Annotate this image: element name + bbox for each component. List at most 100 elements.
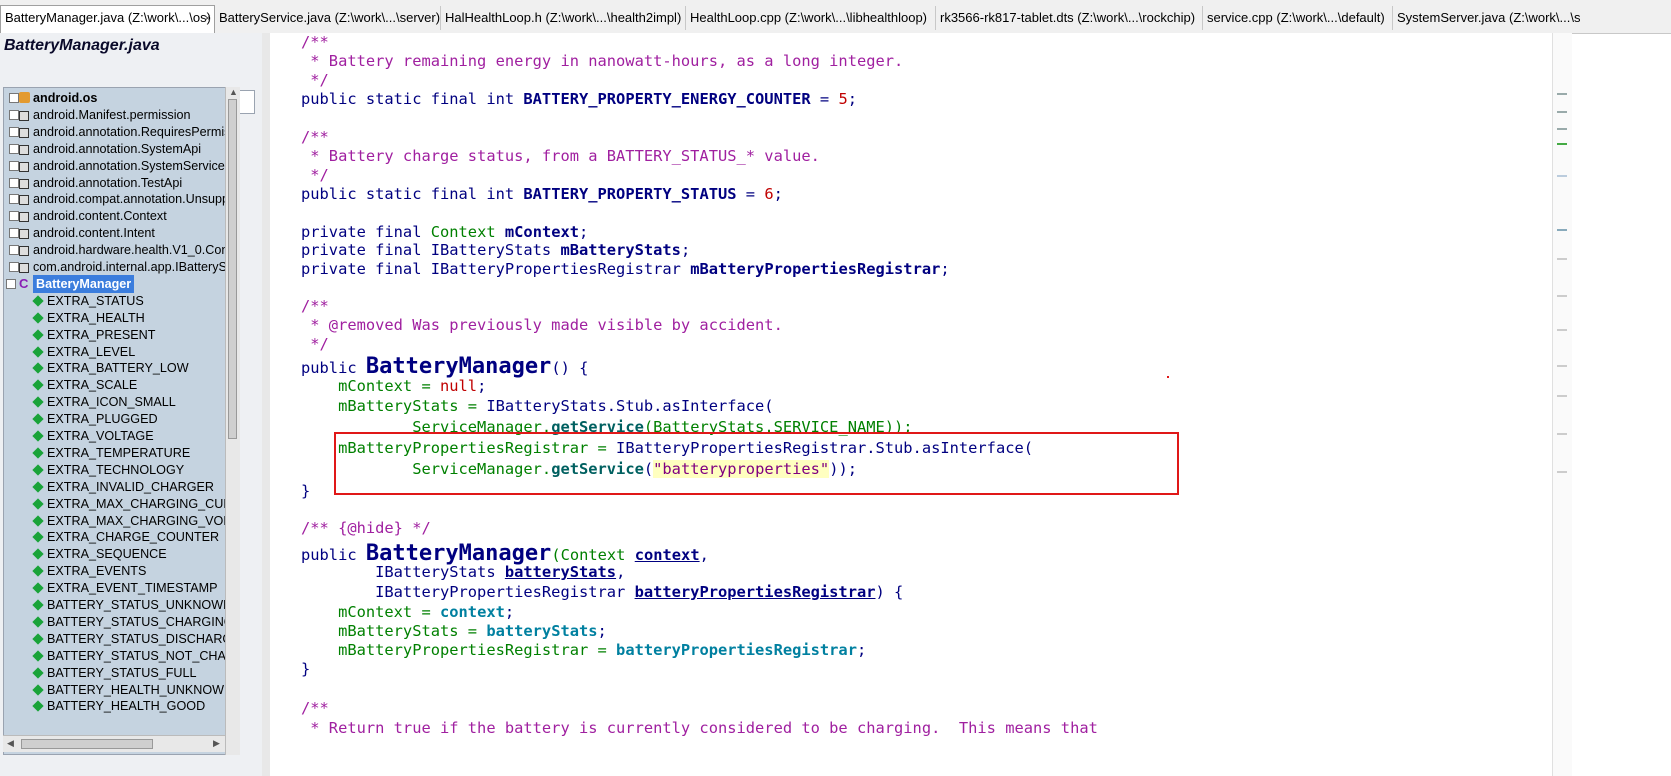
- code-token: */: [301, 71, 329, 89]
- scroll-left-arrow-icon[interactable]: ◀: [7, 738, 14, 749]
- overview-marker[interactable]: [1557, 93, 1567, 95]
- symbol-tree-item[interactable]: android.annotation.SystemApi: [4, 140, 234, 158]
- symbol-tree-item[interactable]: EXTRA_EVENTS: [4, 562, 234, 580]
- symbol-tree-item[interactable]: EXTRA_SCALE: [4, 376, 234, 394]
- symbol-tree-item-label: EXTRA_ICON_SMALL: [47, 395, 176, 410]
- scrollbar-thumb[interactable]: [228, 99, 237, 439]
- symbol-tree-item[interactable]: EXTRA_STATUS: [4, 292, 234, 310]
- symbol-tree-item[interactable]: BATTERY_STATUS_FULL: [4, 664, 234, 682]
- symbol-tree-item[interactable]: BATTERY_STATUS_CHARGING: [4, 613, 234, 631]
- editor-tab[interactable]: BatteryManager.java (Z:\work\...\os) ×: [0, 5, 215, 33]
- overview-marker[interactable]: [1557, 365, 1567, 367]
- overview-marker[interactable]: [1557, 128, 1567, 130]
- symbol-tree-item[interactable]: C BatteryManager: [4, 274, 234, 293]
- overview-marker[interactable]: [1557, 111, 1567, 113]
- symbol-tree-item[interactable]: EXTRA_INVALID_CHARGER: [4, 478, 234, 496]
- field-icon: [32, 328, 44, 341]
- symbol-tree-item[interactable]: EXTRA_LEVEL: [4, 343, 234, 361]
- symbol-tree-item[interactable]: android.compat.annotation.Unsupp: [4, 190, 234, 208]
- editor-tab[interactable]: SystemServer.java (Z:\work\...\s: [1393, 6, 1671, 30]
- overview-marker[interactable]: [1557, 329, 1567, 331]
- symbol-tree-item[interactable]: EXTRA_BATTERY_LOW: [4, 359, 234, 377]
- tree-expander-icon[interactable]: [9, 126, 19, 137]
- symbol-tree-item[interactable]: android.content.Context: [4, 207, 234, 225]
- scroll-up-arrow-icon[interactable]: ▲: [229, 87, 238, 97]
- editor-tab[interactable]: service.cpp (Z:\work\...\default): [1203, 6, 1393, 30]
- tree-expander-icon[interactable]: [9, 93, 19, 103]
- symbol-tree-item[interactable]: android.Manifest.permission: [4, 106, 234, 124]
- code-token: private final: [301, 223, 431, 241]
- tree-expander-icon[interactable]: [9, 177, 19, 188]
- symbol-tree-item[interactable]: android.os: [4, 89, 234, 107]
- symbol-tree-vertical-scrollbar[interactable]: ▲: [225, 87, 240, 755]
- code-token: BATTERY_PROPERTY_ENERGY_COUNTER: [523, 90, 811, 108]
- symbol-tree-item[interactable]: android.annotation.SystemService: [4, 157, 234, 175]
- symbol-tree-item-label: EXTRA_LEVEL: [47, 344, 136, 359]
- scroll-right-arrow-icon[interactable]: ▶: [213, 738, 220, 749]
- tree-expander-icon[interactable]: [9, 109, 19, 120]
- symbol-tree-item-label: android.os: [33, 91, 98, 105]
- tree-expander-icon[interactable]: [9, 194, 19, 205]
- symbol-tree-item[interactable]: EXTRA_VOLTAGE: [4, 427, 234, 445]
- overview-marker[interactable]: [1557, 229, 1567, 231]
- overview-marker[interactable]: [1557, 471, 1567, 473]
- symbol-tree-item[interactable]: BATTERY_STATUS_UNKNOWN: [4, 596, 234, 614]
- symbol-tree-item[interactable]: BATTERY_HEALTH_UNKNOWN: [4, 681, 234, 699]
- symbol-tree-item[interactable]: com.android.internal.app.IBatterySt: [4, 258, 234, 276]
- field-icon: [32, 616, 44, 628]
- code-token: public static final int: [301, 185, 524, 203]
- symbol-tree-item[interactable]: android.content.Intent: [4, 224, 234, 242]
- code-token: /** {@hide} */: [301, 519, 431, 537]
- editor-tab[interactable]: rk3566-rk817-tablet.dts (Z:\work\...\roc…: [936, 6, 1203, 30]
- overview-marker[interactable]: [1557, 258, 1567, 260]
- editor-tab-label: HealthLoop.cpp (Z:\work\...\libhealthloo…: [690, 10, 928, 25]
- symbol-tree-item[interactable]: EXTRA_PLUGGED: [4, 410, 234, 428]
- overview-marker[interactable]: [1557, 433, 1567, 435]
- code-token: }: [301, 482, 311, 500]
- editor-tab[interactable]: BatteryService.java (Z:\work\...\server): [215, 6, 441, 30]
- tree-expander-icon[interactable]: [9, 211, 19, 222]
- tree-expander-icon[interactable]: [9, 262, 19, 272]
- code-editor[interactable]: /** * Battery remaining energy in nanowa…: [270, 33, 1552, 776]
- symbol-tree-item[interactable]: EXTRA_ICON_SMALL: [4, 393, 234, 411]
- symbol-tree-item[interactable]: android.annotation.TestApi: [4, 174, 234, 192]
- overview-marker[interactable]: [1557, 295, 1567, 297]
- symbol-tree-item[interactable]: EXTRA_TECHNOLOGY: [4, 461, 234, 479]
- tree-expander-icon[interactable]: [9, 245, 19, 256]
- symbol-tree-horizontal-scrollbar[interactable]: ◀ ▶: [3, 735, 225, 752]
- editor-tab[interactable]: HalHealthLoop.h (Z:\work\...\health2impl…: [441, 6, 686, 30]
- symbol-tree-item[interactable]: android.hardware.health.V1_0.Cons: [4, 241, 235, 259]
- editor-tab-label: SystemServer.java (Z:\work\...\s: [1397, 10, 1581, 25]
- code-line: mBatteryStats = batteryStats;: [301, 622, 607, 640]
- symbol-tree-item[interactable]: EXTRA_SEQUENCE: [4, 545, 234, 563]
- symbol-tree-item[interactable]: android.annotation.RequiresPermis: [4, 123, 234, 141]
- editor-tab[interactable]: HealthLoop.cpp (Z:\work\...\libhealthloo…: [686, 6, 936, 30]
- symbol-tree-item[interactable]: EXTRA_HEALTH: [4, 309, 234, 327]
- symbol-tree-item[interactable]: BATTERY_STATUS_DISCHARGING: [4, 630, 239, 648]
- symbol-tree-item[interactable]: BATTERY_STATUS_NOT_CHARGIN: [4, 647, 239, 665]
- field-icon: [32, 582, 44, 594]
- overview-marker[interactable]: [1557, 175, 1567, 177]
- field-icon: [32, 700, 44, 713]
- overview-ruler[interactable]: [1552, 33, 1572, 776]
- overview-marker[interactable]: [1557, 143, 1567, 145]
- code-token: mContext =: [301, 377, 440, 395]
- symbol-tree-item[interactable]: EXTRA_PRESENT: [4, 326, 234, 344]
- symbol-tree-item[interactable]: BATTERY_HEALTH_GOOD: [4, 697, 234, 715]
- symbol-tree-item[interactable]: EXTRA_MAX_CHARGING_VOLTAG: [4, 512, 239, 530]
- code-line: /** {@hide} */: [301, 519, 431, 537]
- field-icon: [32, 345, 44, 358]
- overview-marker[interactable]: [1557, 395, 1567, 397]
- tree-expander-icon[interactable]: [9, 228, 19, 239]
- symbol-tree-item[interactable]: EXTRA_CHARGE_COUNTER: [4, 528, 234, 546]
- symbol-tree-item[interactable]: EXTRA_TEMPERATURE: [4, 444, 234, 462]
- symbol-tree-item[interactable]: EXTRA_EVENT_TIMESTAMP: [4, 579, 234, 597]
- scrollbar-thumb[interactable]: [21, 739, 153, 749]
- symbol-tree[interactable]: android.os android.Manifest.permission and…: [3, 87, 240, 755]
- tree-expander-icon[interactable]: [9, 143, 19, 154]
- code-line: mBatteryPropertiesRegistrar = batteryPro…: [301, 641, 866, 659]
- tree-collapse-icon[interactable]: [6, 278, 16, 289]
- close-icon[interactable]: ×: [204, 6, 211, 30]
- symbol-tree-item[interactable]: EXTRA_MAX_CHARGING_CURREI: [4, 495, 239, 513]
- tree-expander-icon[interactable]: [9, 160, 19, 171]
